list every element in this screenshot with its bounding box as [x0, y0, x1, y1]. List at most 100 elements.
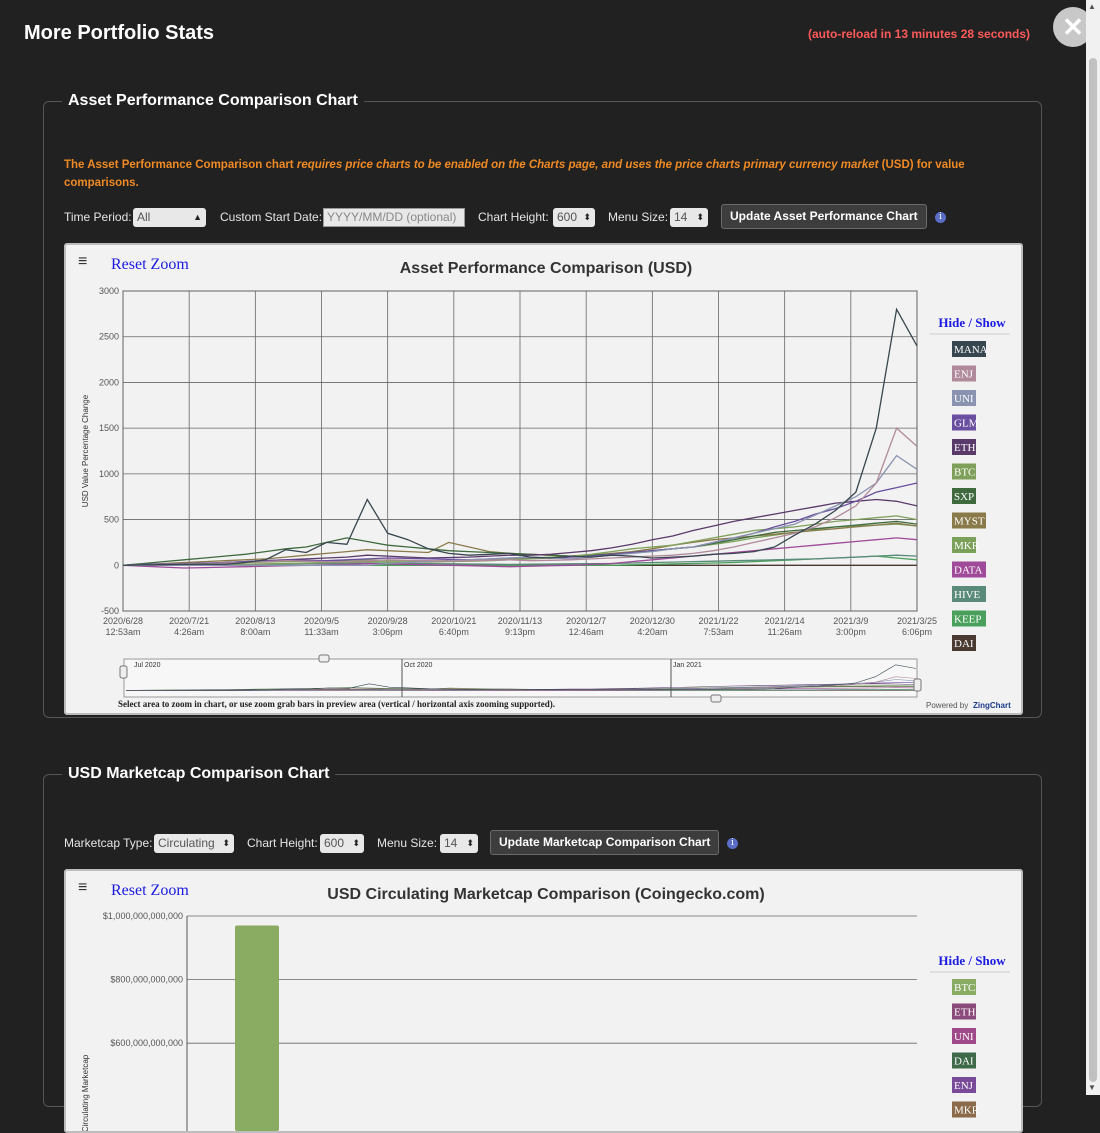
legend-item-enj[interactable]: ENJ — [954, 1080, 974, 1092]
y-tick-label: -500 — [101, 606, 119, 616]
reset-zoom-link[interactable]: Reset Zoom — [111, 256, 189, 273]
update-marketcap-button[interactable]: Update Marketcap Comparison Chart — [490, 830, 720, 855]
hide-show-toggle[interactable]: Hide / Show — [938, 953, 1006, 968]
legend-item-dai[interactable]: DAI — [954, 638, 974, 650]
marketcap-legend: USD Marketcap Comparison Chart — [68, 765, 330, 782]
x-tick-label: 2021/1/22 — [698, 616, 738, 626]
info-icon[interactable]: i — [727, 838, 738, 849]
scroll-up-arrow-icon[interactable]: ▲ — [1088, 2, 1096, 11]
x-tick-label: 2020/12/7 — [566, 616, 606, 626]
y-tick-label: $600,000,000,000 — [110, 1038, 183, 1048]
legend-item-sxp[interactable]: SXP — [954, 491, 974, 503]
x-tick-label: 7:53am — [703, 627, 733, 637]
y-tick-label: 500 — [104, 515, 119, 525]
powered-by-label: Powered by — [926, 701, 968, 710]
asset-performance-section: Asset Performance Comparison Chart The A… — [43, 92, 1042, 718]
legend-item-btc[interactable]: BTC — [954, 467, 975, 479]
zoom-grab-bar-right[interactable] — [913, 678, 922, 692]
legend-item-hive[interactable]: HIVE — [954, 589, 981, 601]
legend-item-glm[interactable]: GLM — [954, 418, 979, 430]
preview-label: Jan 2021 — [673, 662, 702, 669]
asset-performance-legend: Asset Performance Comparison Chart — [68, 92, 358, 109]
scrollbar-thumb[interactable] — [1089, 58, 1097, 1082]
marketcap-chart[interactable]: ≡ Reset Zoom USD Circulating Marketcap C… — [64, 869, 1023, 1133]
select-arrows-icon: ⬍ — [696, 212, 704, 222]
asset-performance-note: The Asset Performance Comparison chart r… — [64, 159, 965, 189]
update-asset-performance-button[interactable]: Update Asset Performance Chart — [721, 204, 927, 229]
time-period-select[interactable]: All ▲ — [133, 208, 206, 227]
scroll-down-arrow-icon[interactable]: ▼ — [1088, 1083, 1096, 1092]
legend-item-data[interactable]: DATA — [954, 565, 983, 577]
y-axis-label: USD Value Percentage Change — [81, 394, 90, 507]
chart-height-select[interactable]: 600 ⬍ — [553, 208, 595, 227]
preview-label: Jul 2020 — [134, 662, 161, 669]
select-arrows-icon: ⬍ — [466, 838, 474, 848]
y-tick-label: 1000 — [99, 469, 119, 479]
marketcap-type-label: Marketcap Type: — [64, 836, 153, 850]
chart-title: Asset Performance Comparison (USD) — [400, 260, 693, 277]
legend-item-enj[interactable]: ENJ — [954, 369, 974, 381]
x-tick-label: 12:53am — [105, 627, 140, 637]
zoom-grab-bar-top[interactable] — [318, 654, 330, 663]
legend-item-dai[interactable]: DAI — [954, 1056, 974, 1068]
legend-item-eth[interactable]: ETH — [954, 442, 975, 454]
legend-item-mkr[interactable]: MKR — [954, 540, 980, 552]
auto-reload-notice: (auto-reload in 13 minutes 28 seconds) — [808, 27, 1031, 41]
select-arrows-icon: ▲ — [193, 212, 202, 222]
legend-item-myst[interactable]: MYST — [954, 516, 985, 528]
x-tick-label: 11:33am — [304, 627, 338, 637]
x-tick-label: 4:26am — [174, 627, 204, 637]
x-tick-label: 8:00am — [240, 627, 270, 637]
x-tick-label: 2020/12/30 — [630, 616, 675, 626]
legend-item-mana[interactable]: MANA — [954, 344, 988, 356]
legend-item-btc[interactable]: BTC — [954, 982, 975, 994]
x-tick-label: 2021/3/25 — [897, 616, 937, 626]
asset-performance-chart[interactable]: ≡ Reset Zoom Asset Performance Compariso… — [64, 243, 1023, 715]
select-arrows-icon: ⬍ — [583, 212, 591, 222]
menu-size-label: Menu Size: — [377, 836, 438, 850]
x-tick-label: 3:00pm — [836, 627, 866, 637]
chart-menu-icon[interactable]: ≡ — [78, 253, 87, 270]
zoom-preview-area[interactable] — [123, 658, 918, 698]
chart-height-label: Chart Height: — [478, 210, 549, 224]
x-tick-label: 2021/2/14 — [765, 616, 805, 626]
legend-item-uni[interactable]: UNI — [954, 1031, 974, 1043]
select-arrows-icon: ⬍ — [352, 838, 360, 848]
x-tick-label: 2020/9/28 — [368, 616, 408, 626]
custom-start-date-label: Custom Start Date: — [220, 210, 323, 224]
reset-zoom-link[interactable]: Reset Zoom — [111, 882, 189, 899]
chart-height-select[interactable]: 600 ⬍ — [320, 834, 364, 853]
y-tick-label: 2000 — [99, 377, 119, 387]
x-tick-label: 2020/8/13 — [235, 616, 275, 626]
zoom-grab-bar-left[interactable] — [119, 665, 128, 679]
zingchart-link[interactable]: ZingChart — [973, 701, 1011, 710]
hide-show-toggle[interactable]: Hide / Show — [938, 315, 1006, 330]
preview-label: Oct 2020 — [404, 662, 433, 669]
menu-size-select[interactable]: 14 ⬍ — [440, 834, 478, 853]
x-tick-label: 2020/7/21 — [169, 616, 209, 626]
custom-start-date-input[interactable]: YYYY/MM/DD (optional) — [323, 208, 465, 227]
legend-item-uni[interactable]: UNI — [954, 393, 974, 405]
x-tick-label: 11:26am — [767, 627, 801, 637]
chart-title: USD Circulating Marketcap Comparison (Co… — [327, 886, 764, 903]
x-tick-label: 2020/11/13 — [498, 616, 542, 626]
menu-size-label: Menu Size: — [608, 210, 669, 224]
legend-item-keep[interactable]: KEEP — [954, 614, 982, 626]
chart-height-label: Chart Height: — [247, 836, 318, 850]
x-tick-label: 4:20am — [637, 627, 667, 637]
x-tick-label: 6:40pm — [439, 627, 469, 637]
zoom-grab-bar-bottom[interactable] — [710, 694, 722, 703]
chart-menu-icon[interactable]: ≡ — [78, 879, 87, 896]
legend-item-mkr[interactable]: MKR — [954, 1105, 980, 1117]
info-icon[interactable]: i — [935, 212, 946, 223]
x-tick-label: 2020/6/28 — [103, 616, 143, 626]
page-title: More Portfolio Stats — [24, 22, 215, 44]
time-period-label: Time Period: — [64, 210, 132, 224]
menu-size-select[interactable]: 14 ⬍ — [670, 208, 708, 227]
bar-btc[interactable] — [235, 925, 279, 1131]
select-arrows-icon: ⬍ — [222, 838, 230, 848]
marketcap-type-select[interactable]: Circulating ⬍ — [154, 834, 234, 853]
y-axis-label: USD Circulating Marketcap — [81, 1054, 90, 1131]
y-tick-label: 2500 — [99, 332, 119, 342]
legend-item-eth[interactable]: ETH — [954, 1007, 975, 1019]
